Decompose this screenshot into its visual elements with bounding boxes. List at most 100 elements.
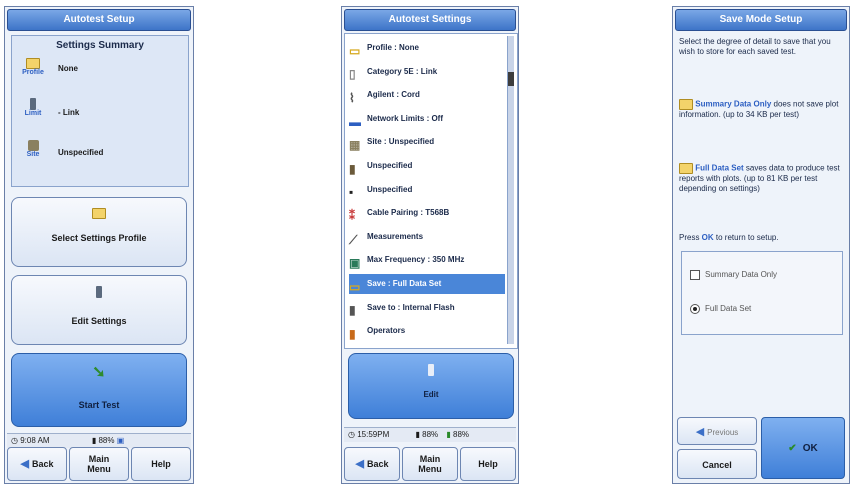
- cable-icon: ⌇: [349, 91, 355, 106]
- intro-text: Select the degree of detail to save that…: [679, 37, 831, 56]
- save-folder-icon: ▭: [349, 279, 361, 294]
- profile-entry: Profile: [18, 58, 48, 76]
- settings-summary-heading: Settings Summary: [56, 40, 144, 51]
- settings-list-item[interactable]: ▭ Profile : None: [349, 38, 505, 58]
- autotest-setup-panel: Autotest Setup Settings Summary Profile …: [4, 6, 194, 484]
- building-icon: [27, 140, 39, 152]
- folder-icon: [92, 208, 106, 220]
- battery-icon: ▮: [415, 430, 420, 439]
- panel-title: Save Mode Setup: [675, 9, 847, 31]
- profile-label: Profile: [22, 69, 44, 77]
- summary-checkbox[interactable]: [690, 270, 700, 280]
- site-label: Site: [26, 151, 40, 159]
- operators-icon: ▮: [349, 327, 356, 342]
- cable-icon: [30, 98, 36, 110]
- panel-title: Autotest Setup: [7, 9, 191, 31]
- settings-list-item-label: Network Limits : Off: [367, 113, 444, 123]
- site-value: Unspecified: [58, 148, 104, 157]
- document-icon: ▯: [349, 67, 356, 82]
- start-test-label: Start Test: [78, 400, 120, 410]
- start-arrow-icon: ➘: [92, 364, 106, 381]
- settings-list-item[interactable]: ▬ Network Limits : Off: [349, 109, 505, 129]
- settings-list-item[interactable]: ⌇ Agilent : Cord: [349, 85, 505, 105]
- check-icon: ✔: [788, 443, 797, 454]
- settings-list-item[interactable]: ▭ Save : Full Data Set: [349, 274, 505, 294]
- battery-icon: ▮: [91, 436, 97, 445]
- settings-list-item[interactable]: ▮ Save to : Internal Flash: [349, 298, 505, 318]
- option-full-data-set[interactable]: Full Data Set: [690, 304, 751, 314]
- limit-label: Limit: [24, 110, 42, 117]
- back-arrow-icon: ◀: [355, 458, 364, 470]
- flash-icon: ▮: [349, 303, 356, 318]
- settings-list-item-label: Max Frequency : 350 MHz: [367, 255, 465, 265]
- settings-list-item[interactable]: ⟋ Measurements: [349, 227, 505, 247]
- summary-description: Summary Data Only does not save plot inf…: [679, 99, 843, 120]
- option-summary-data-only[interactable]: Summary Data Only: [690, 270, 777, 280]
- full-data-radio[interactable]: [690, 304, 700, 314]
- limit-value: - Link: [58, 108, 80, 117]
- building-icon: ▦: [349, 138, 361, 153]
- panel-title: Autotest Settings: [344, 9, 516, 31]
- battery2-icon: ▮: [446, 430, 451, 439]
- help-button[interactable]: Help: [131, 447, 191, 481]
- folder-icon: [679, 163, 693, 174]
- scrollbar[interactable]: [507, 36, 514, 344]
- device-icon: ▪: [349, 185, 354, 200]
- help-button[interactable]: Help: [460, 447, 516, 481]
- settings-list-item[interactable]: ▯ Category 5E : Link: [349, 62, 505, 82]
- scrollbar-thumb[interactable]: [508, 72, 514, 86]
- autotest-settings-panel: Autotest Settings ▭ Profile : None ▯ Catego…: [341, 6, 519, 484]
- folder-icon: ▭: [349, 43, 361, 58]
- previous-button[interactable]: ◀ Previous: [677, 417, 757, 445]
- select-settings-profile-button[interactable]: Select Settings Profile: [11, 197, 187, 267]
- settings-list-item[interactable]: ▣ Max Frequency : 350 MHz: [349, 250, 505, 270]
- settings-list-item-label: Save : Full Data Set: [367, 279, 442, 288]
- pairing-icon: ⁑: [349, 209, 355, 224]
- settings-list-item[interactable]: ▮ Operators: [349, 321, 505, 341]
- status-bar: ◷ 15:59PM ▮ 88% ▮ 88%: [344, 427, 516, 442]
- bottom-button-bar: ◀ Back Main Menu Help: [344, 447, 516, 481]
- settings-list-item[interactable]: ⁑ Cable Pairing : T568B: [349, 203, 505, 223]
- settings-list-item-label: Cable Pairing : T568B: [367, 208, 450, 218]
- ok-button[interactable]: ✔ OK: [761, 417, 845, 479]
- press-ok-text: Press OK to return to setup.: [679, 233, 779, 242]
- status-battery-2: 88%: [453, 430, 470, 439]
- settings-list-item-label: Unspecified: [367, 161, 413, 170]
- start-test-button[interactable]: ➘ Start Test: [11, 353, 187, 427]
- settings-list-item-label: Unspecified: [367, 184, 413, 194]
- main-menu-button[interactable]: Main Menu: [69, 447, 129, 481]
- back-button[interactable]: ◀ Back: [344, 447, 400, 481]
- settings-list-item-label: Operators: [367, 326, 406, 336]
- settings-list-item[interactable]: ▦ Site : Unspecified: [349, 132, 505, 152]
- folder-icon: [679, 99, 693, 110]
- settings-list-item[interactable]: ▪ Unspecified: [349, 180, 505, 200]
- main-menu-button[interactable]: Main Menu: [402, 447, 458, 481]
- edit-icon: [96, 286, 102, 298]
- person-icon: ▮: [349, 161, 356, 176]
- limit-entry: Limit: [18, 98, 48, 117]
- save-mode-setup-panel: Save Mode Setup Select the degree of det…: [672, 6, 850, 484]
- frequency-icon: ▣: [349, 256, 361, 271]
- measure-icon: ⟋: [349, 232, 358, 247]
- edit-settings-button[interactable]: Edit Settings: [11, 275, 187, 345]
- cancel-button[interactable]: Cancel: [677, 449, 757, 479]
- settings-list-item-label: Category 5E : Link: [367, 66, 438, 76]
- edit-button[interactable]: Edit: [348, 353, 514, 419]
- clock-icon: ◷: [11, 436, 18, 445]
- edit-icon: [428, 364, 434, 376]
- back-button[interactable]: ◀ Back: [7, 447, 67, 481]
- folder-icon: [26, 58, 40, 70]
- back-arrow-icon: ◀: [20, 458, 29, 470]
- settings-list-item-label: Agilent : Cord: [367, 90, 420, 100]
- settings-list-item[interactable]: ▮ Unspecified: [349, 156, 505, 176]
- edit-settings-label: Edit Settings: [71, 316, 127, 326]
- full-description: Full Data Set saves data to produce test…: [679, 163, 843, 194]
- disk-icon: ▣: [116, 436, 125, 445]
- settings-list-item-label: Save to : Internal Flash: [367, 302, 455, 312]
- bottom-button-bar: ◀ Back Main Menu Help: [7, 447, 191, 481]
- settings-summary-box: Settings Summary Profile None Limit - Li…: [11, 35, 189, 187]
- edit-label: Edit: [423, 390, 439, 399]
- settings-list-item-label: Site : Unspecified: [367, 137, 435, 147]
- site-entry: Site: [18, 140, 48, 158]
- network-icon: ▬: [349, 114, 361, 129]
